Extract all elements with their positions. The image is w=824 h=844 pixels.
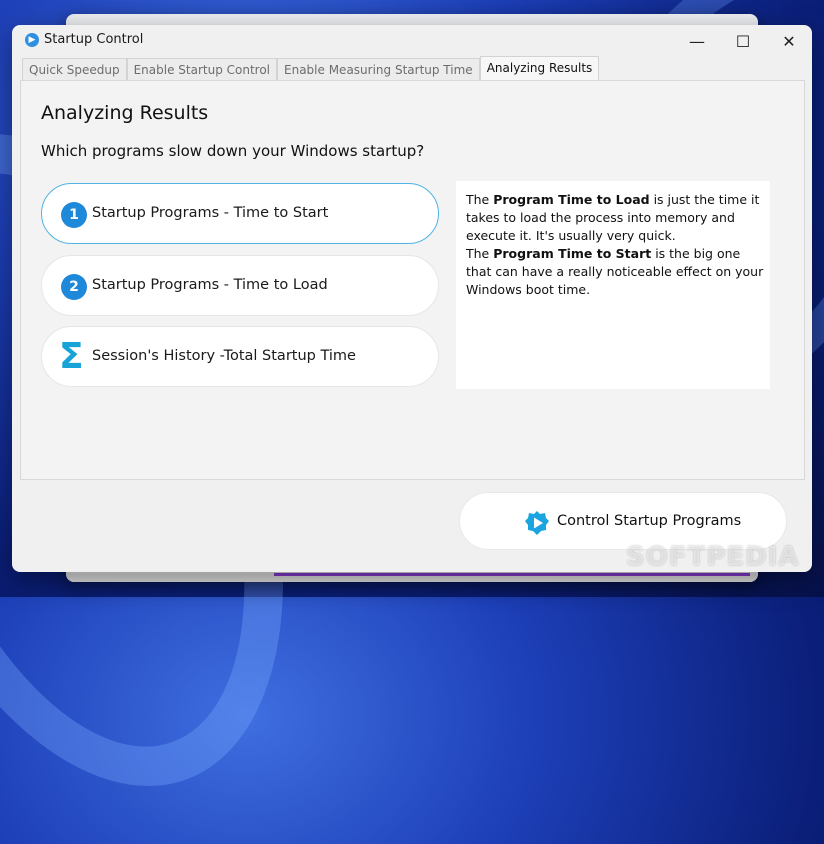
tab-enable-measuring-startup-time[interactable]: Enable Measuring Startup Time — [277, 58, 480, 81]
sigma-icon: Σ — [59, 336, 84, 377]
maximize-button[interactable]: ☐ — [720, 25, 766, 57]
tab-quick-speedup[interactable]: Quick Speedup — [22, 58, 127, 81]
tab-enable-startup-control[interactable]: Enable Startup Control — [126, 58, 278, 81]
tab-analyzing-results[interactable]: Analyzing Results — [479, 56, 600, 81]
minimize-button[interactable]: — — [674, 25, 720, 57]
window-title: Startup Control — [44, 32, 144, 47]
startup-control-window: ▶ Startup Control — ☐ ✕ Quick Speedup En… — [12, 25, 812, 572]
info-p2-term: Program Time to Start — [493, 246, 652, 261]
option-session-history[interactable]: Σ Session's History -Total Startup Time — [41, 326, 439, 387]
app-icon: ▶ — [25, 33, 39, 47]
option-time-to-load[interactable]: 2 Startup Programs - Time to Load — [41, 255, 439, 316]
info-p2-prefix: The — [466, 246, 494, 261]
page-subtitle: Which programs slow down your Windows st… — [41, 142, 425, 160]
info-p1-term: Program Time to Load — [493, 192, 650, 207]
info-text: The Program Time to Load is just the tim… — [466, 191, 766, 299]
title-bar[interactable]: ▶ Startup Control — ☐ ✕ — [12, 25, 812, 57]
info-p1-prefix: The — [466, 192, 494, 207]
page-title: Analyzing Results — [41, 102, 209, 124]
option-label: Startup Programs - Time to Start — [92, 205, 329, 221]
option-label: Session's History -Total Startup Time — [92, 348, 356, 364]
number-badge-icon: 2 — [61, 274, 87, 300]
number-badge-icon: 1 — [61, 202, 87, 228]
play-gear-icon — [525, 511, 549, 535]
softpedia-watermark: SOFTPEDIA — [626, 542, 800, 572]
option-time-to-start[interactable]: 1 Startup Programs - Time to Start — [41, 183, 439, 244]
control-startup-programs-label: Control Startup Programs — [557, 513, 742, 529]
analyzing-results-panel: Analyzing Results Which programs slow do… — [20, 80, 805, 480]
info-box: The Program Time to Load is just the tim… — [456, 181, 770, 389]
option-label: Startup Programs - Time to Load — [92, 277, 328, 293]
close-button[interactable]: ✕ — [766, 25, 812, 57]
background-window-accent — [274, 573, 750, 576]
tab-strip: Quick Speedup Enable Startup Control Ena… — [22, 56, 600, 81]
